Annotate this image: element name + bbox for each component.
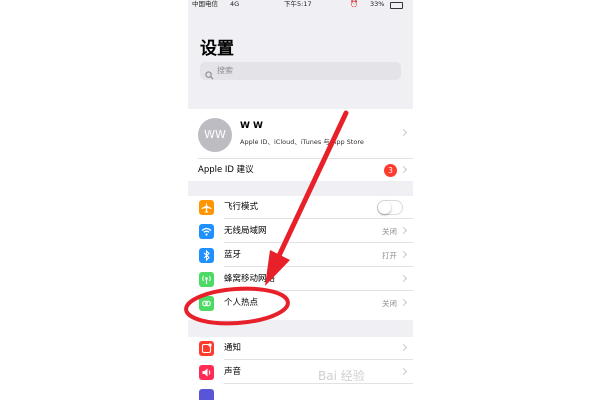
annotation-arrow-shaft (274, 110, 349, 263)
annotation-arrow-head (265, 250, 290, 286)
annotation-circle (184, 286, 290, 326)
annotation-overlay (184, 110, 349, 326)
